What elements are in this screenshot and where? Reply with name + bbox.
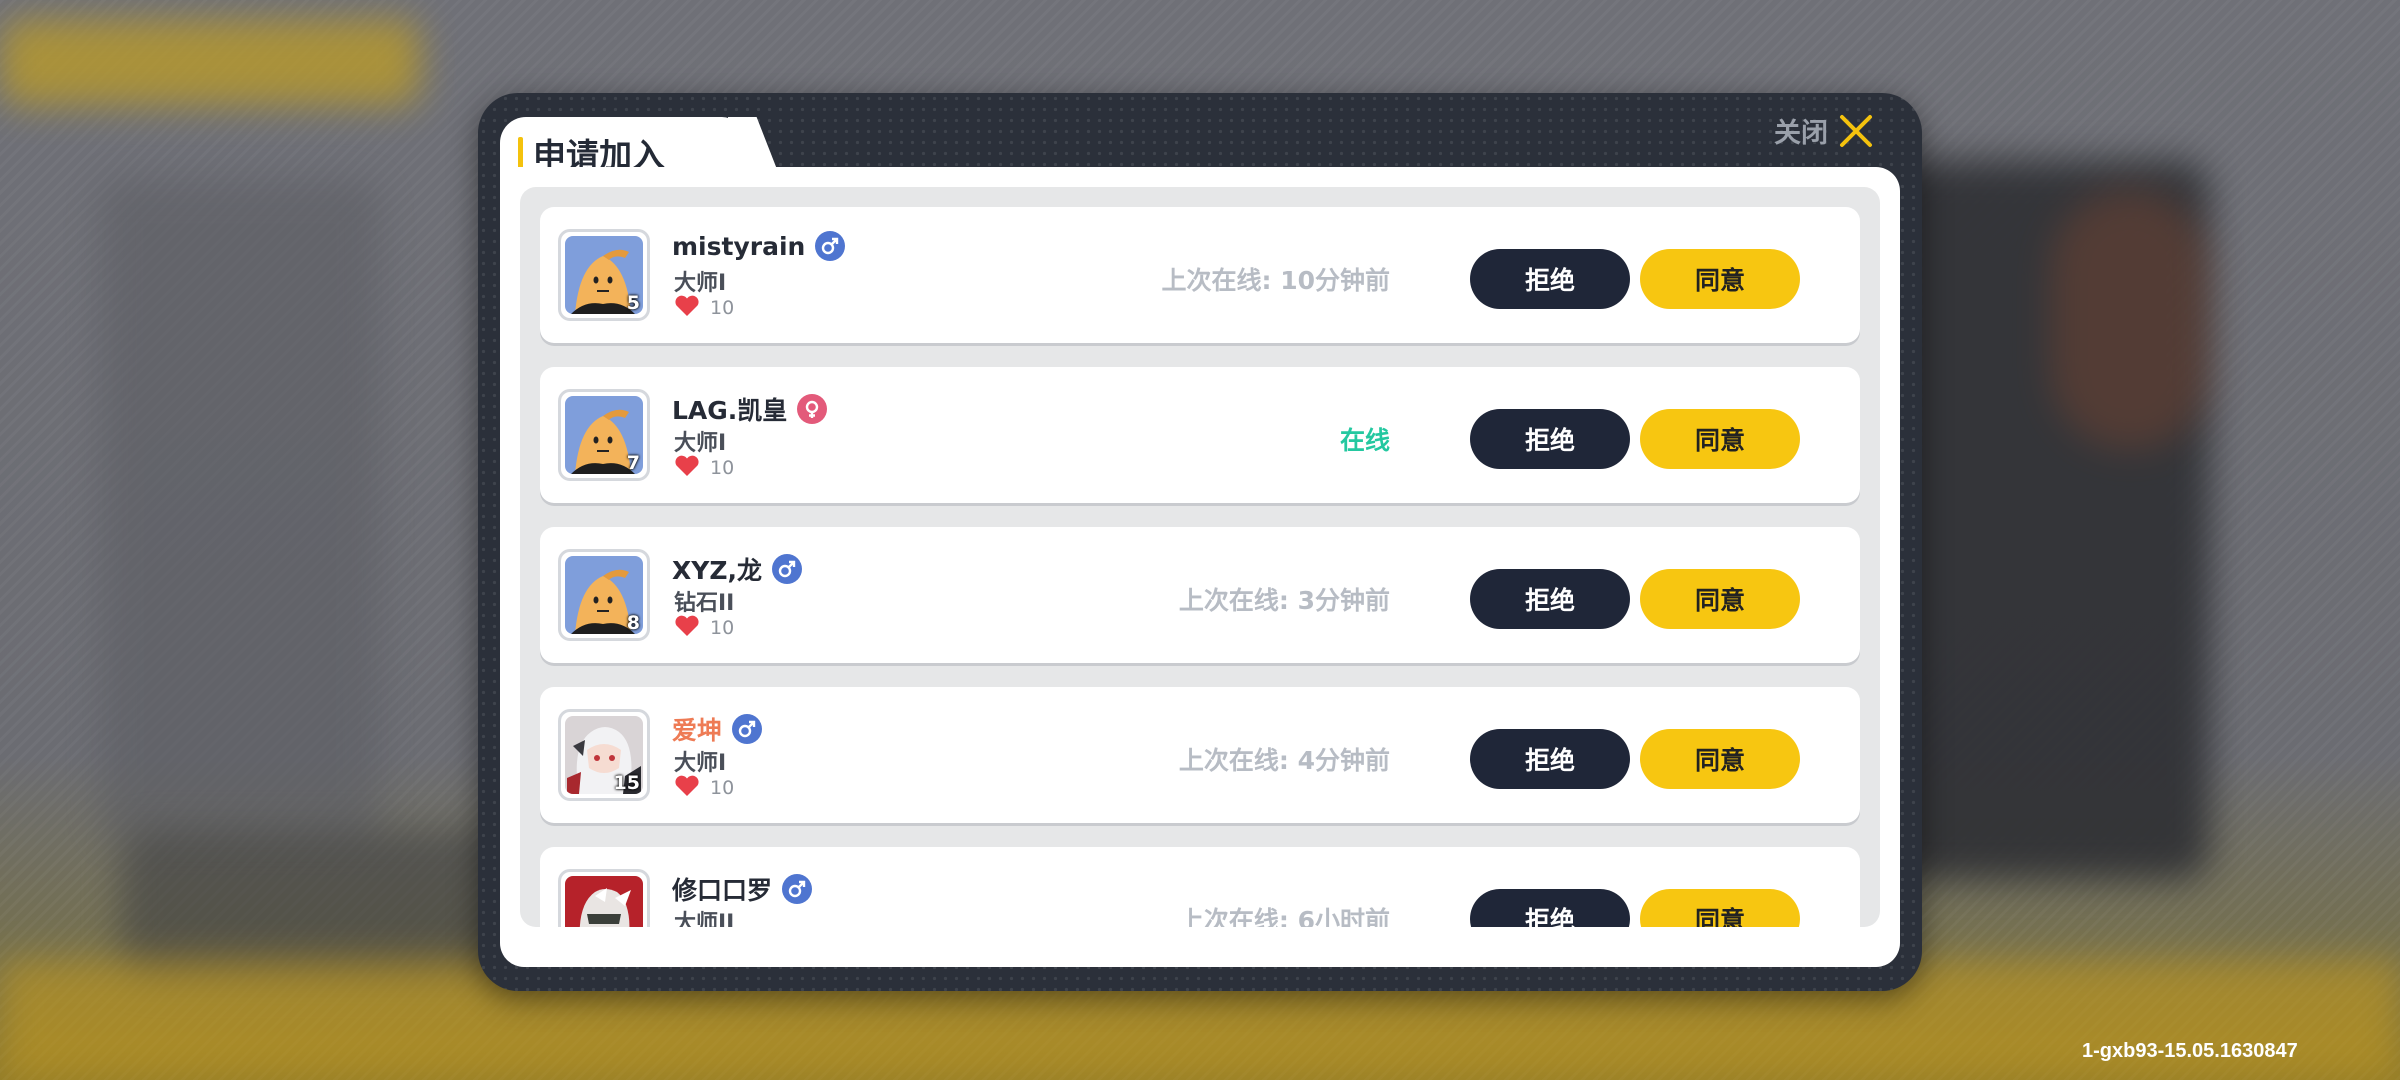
dialog-panel: 5 mistyrain 大师I 10 上次在线: 10分钟前 拒绝 同意 7 L… [500, 167, 1900, 967]
level-badge: 15 [613, 772, 640, 794]
avatar-image: 5 [565, 236, 643, 314]
close-label: 关闭 [1774, 118, 1828, 149]
accept-button[interactable]: 同意 [1640, 249, 1800, 309]
name-line: 爱坤 [672, 711, 763, 747]
male-icon [732, 714, 763, 744]
close-button[interactable]: 关闭 [1774, 111, 1874, 150]
heart-count: 10 [710, 457, 735, 479]
heart-count: 10 [710, 617, 735, 639]
join-request-dialog: 关闭 申请加入 5 mistyrain 大师I 10 上次在线: 10分钟前 拒… [478, 93, 1922, 991]
avatar[interactable]: 15 [558, 709, 650, 801]
reject-button[interactable]: 拒绝 [1470, 249, 1630, 309]
player-rank: 大师I [674, 271, 727, 296]
request-row: 5 mistyrain 大师I 10 上次在线: 10分钟前 拒绝 同意 [540, 207, 1860, 343]
name-line: mistyrain [672, 231, 846, 261]
background-blur [2050, 190, 2210, 450]
female-icon [797, 394, 828, 424]
name-line: 修口口罗 [672, 871, 813, 907]
avatar[interactable] [558, 869, 650, 927]
player-name: XYZ,龙 [672, 556, 763, 585]
heart-icon [674, 615, 700, 641]
last-online-status: 上次在线: 6小时前 [1178, 906, 1390, 927]
player-rank: 钻石II [674, 591, 735, 616]
request-list[interactable]: 5 mistyrain 大师I 10 上次在线: 10分钟前 拒绝 同意 7 L… [520, 187, 1880, 927]
avatar[interactable]: 5 [558, 229, 650, 321]
avatar-image: 8 [565, 556, 643, 634]
online-status: 在线 [1339, 426, 1390, 455]
title-accent-bar [518, 137, 523, 169]
reject-button[interactable]: 拒绝 [1470, 569, 1630, 629]
heart-icon [674, 775, 700, 801]
request-row: 修口口罗 大师II 10 上次在线: 6小时前 拒绝 同意 [540, 847, 1860, 927]
request-row: 7 LAG.凯皇 大师I 10 在线 拒绝 同意 [540, 367, 1860, 503]
background-blur [100, 180, 380, 840]
player-rank: 大师II [674, 911, 735, 927]
hearts: 10 [674, 615, 734, 641]
male-icon [782, 874, 813, 904]
avatar[interactable]: 7 [558, 389, 650, 481]
male-icon [772, 554, 803, 584]
accept-button[interactable]: 同意 [1640, 409, 1800, 469]
avatar-image: 7 [565, 396, 643, 474]
heart-count: 10 [710, 777, 735, 799]
accept-button[interactable]: 同意 [1640, 569, 1800, 629]
request-row: 8 XYZ,龙 钻石II 10 上次在线: 3分钟前 拒绝 同意 [540, 527, 1860, 663]
level-badge: 5 [626, 292, 640, 314]
accept-button[interactable]: 同意 [1640, 729, 1800, 789]
male-icon [815, 231, 846, 261]
request-row: 15 爱坤 大师I 10 上次在线: 4分钟前 拒绝 同意 [540, 687, 1860, 823]
version-label: 1-gxb93-15.05.1630847 [2082, 1040, 2298, 1062]
close-icon[interactable] [1838, 113, 1874, 149]
level-badge: 8 [626, 612, 640, 634]
reject-button[interactable]: 拒绝 [1470, 409, 1630, 469]
heart-icon [674, 295, 700, 321]
hearts: 10 [674, 775, 734, 801]
player-rank: 大师I [674, 431, 727, 456]
heart-count: 10 [710, 297, 735, 319]
avatar-image [565, 876, 643, 927]
level-badge: 7 [626, 452, 640, 474]
player-name: 修口口罗 [672, 876, 773, 905]
hearts: 10 [674, 295, 734, 321]
last-online-status: 上次在线: 10分钟前 [1161, 266, 1391, 295]
player-name: mistyrain [672, 231, 806, 261]
avatar-image: 15 [565, 716, 643, 794]
background-blur [0, 20, 420, 105]
avatar[interactable]: 8 [558, 549, 650, 641]
hearts: 10 [674, 455, 734, 481]
name-line: XYZ,龙 [672, 551, 803, 587]
last-online-status: 上次在线: 3分钟前 [1178, 586, 1390, 615]
heart-icon [674, 455, 700, 481]
player-rank: 大师I [674, 751, 727, 776]
name-line: LAG.凯皇 [672, 391, 828, 427]
reject-button[interactable]: 拒绝 [1470, 889, 1630, 927]
last-online-status: 上次在线: 4分钟前 [1178, 746, 1390, 775]
reject-button[interactable]: 拒绝 [1470, 729, 1630, 789]
player-name: 爱坤 [672, 716, 723, 745]
player-name: LAG.凯皇 [672, 396, 788, 425]
accept-button[interactable]: 同意 [1640, 889, 1800, 927]
